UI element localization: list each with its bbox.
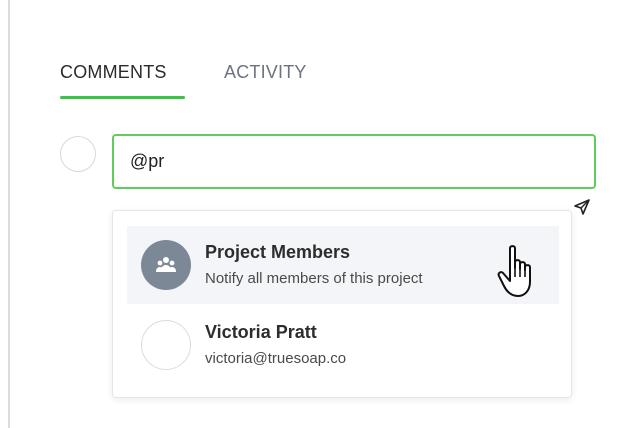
mention-option-victoria-pratt[interactable]: Victoria Pratt victoria@truesoap.co bbox=[127, 306, 559, 384]
comment-input[interactable] bbox=[112, 134, 596, 189]
current-user-avatar bbox=[60, 136, 96, 172]
send-icon[interactable] bbox=[574, 199, 590, 215]
tab-comments[interactable]: COMMENTS bbox=[60, 62, 167, 83]
mention-option-project-members[interactable]: Project Members Notify all members of th… bbox=[127, 226, 559, 304]
mention-name: Project Members bbox=[205, 242, 351, 262]
mention-email: victoria@truesoap.co bbox=[205, 350, 347, 367]
active-tab-indicator bbox=[60, 96, 185, 99]
tab-activity[interactable]: ACTIVITY bbox=[224, 62, 307, 83]
mention-subtitle: Notify all members of this project bbox=[205, 270, 423, 287]
user-avatar bbox=[141, 320, 191, 370]
mention-name: Victoria Pratt bbox=[205, 322, 317, 342]
group-icon bbox=[141, 240, 191, 290]
mention-dropdown: Project Members Notify all members of th… bbox=[112, 210, 572, 398]
panel-left-border bbox=[8, 0, 10, 428]
